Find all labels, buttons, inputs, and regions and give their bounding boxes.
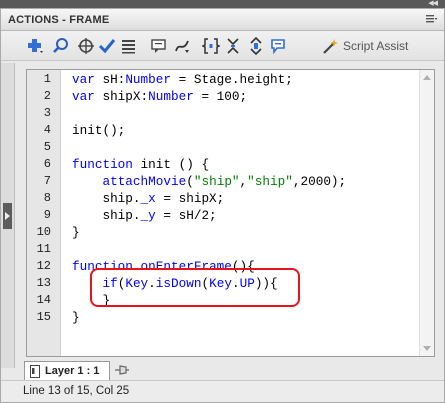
line-number: 13: [36, 276, 51, 290]
code-keyword: var: [72, 72, 95, 87]
line-number: 12: [36, 259, 51, 273]
line-number: 3: [43, 106, 51, 120]
code-text: = shipX;: [155, 191, 225, 206]
code-keyword: function: [72, 157, 133, 172]
actions-toolbar: Script Assist: [1, 31, 444, 61]
code-line[interactable]: ship._x = shipX;: [72, 190, 224, 207]
line-number: 10: [36, 225, 51, 239]
panel-menu-icon[interactable]: [424, 13, 438, 25]
code-text: (: [186, 174, 194, 189]
actions-panel: ACTIONS - FRAME Script Assist 1 2 3 4 5 …: [0, 8, 445, 403]
code-keyword: Number: [148, 89, 194, 104]
collapse-panel-icon[interactable]: ◀◀: [428, 0, 438, 7]
pin-script-icon[interactable]: [114, 364, 130, 376]
code-text: = sH/2;: [155, 208, 217, 223]
code-text: shipX:: [94, 89, 149, 104]
code-text: sH:: [94, 72, 126, 87]
layer-tab[interactable]: Layer 1 : 1: [24, 361, 110, 380]
code-line[interactable]: }: [72, 309, 80, 326]
code-line[interactable]: attachMovie("ship","ship",2000);: [72, 173, 346, 190]
line-number: 4: [43, 123, 51, 137]
code-string: "ship": [193, 174, 240, 189]
script-assist-button[interactable]: Script Assist: [321, 37, 408, 55]
line-number: 8: [43, 191, 51, 205]
code-text: = Stage.height;: [171, 72, 293, 87]
line-number-gutter: 1 2 3 4 5 6 7 8 9 10 11 12 13 14 15: [27, 70, 61, 356]
script-document-icon: [30, 364, 40, 378]
panel-title: ACTIONS - FRAME: [8, 14, 110, 26]
script-navigator-toggle[interactable]: [1, 63, 15, 368]
code-text: init();: [72, 123, 126, 138]
script-assist-label: Script Assist: [343, 39, 409, 53]
code-line[interactable]: function init () {: [72, 156, 209, 173]
code-line[interactable]: init();: [72, 122, 125, 139]
find-icon[interactable]: [52, 37, 70, 55]
code-text: = 100;: [193, 89, 248, 104]
code-text: ,2000);: [292, 174, 347, 189]
line-number: 14: [36, 293, 51, 307]
code-text: }: [72, 310, 80, 325]
code-string: "ship": [247, 174, 293, 189]
code-text: ship.: [72, 208, 141, 223]
status-bar: Line 13 of 15, Col 25: [1, 380, 444, 402]
highlight-annotation: [90, 268, 300, 307]
cursor-position: Line 13 of 15, Col 25: [23, 385, 130, 397]
line-number: 2: [43, 89, 51, 103]
line-number: 1: [43, 72, 51, 86]
auto-format-icon[interactable]: [120, 37, 138, 55]
code-text: ship.: [72, 191, 141, 206]
line-number: 15: [36, 310, 51, 324]
collapse-selection-icon[interactable]: [224, 37, 242, 55]
code-keyword: Number: [125, 72, 171, 87]
layer-tab-bar: Layer 1 : 1: [16, 359, 444, 381]
line-number: 5: [43, 140, 51, 154]
code-keyword: var: [72, 89, 95, 104]
line-number: 9: [43, 208, 51, 222]
code-line[interactable]: }: [72, 224, 80, 241]
check-syntax-icon[interactable]: [98, 37, 116, 55]
target-path-icon[interactable]: [77, 37, 95, 55]
panel-title-bar[interactable]: ACTIONS - FRAME: [1, 9, 444, 31]
collapse-braces-icon[interactable]: [202, 37, 220, 55]
code-hint-icon[interactable]: [150, 37, 168, 55]
code-text: init () {: [132, 157, 210, 172]
line-number: 11: [36, 242, 51, 256]
layer-tab-label: Layer 1 : 1: [45, 365, 100, 377]
code-line[interactable]: var shipX:Number = 100;: [72, 88, 247, 105]
scroll-up-icon[interactable]: [423, 75, 431, 80]
vertical-scrollbar[interactable]: [419, 70, 434, 356]
debug-options-icon[interactable]: [173, 37, 191, 55]
panel-top-strip: ◀◀: [0, 0, 445, 8]
apply-comment-icon[interactable]: [269, 37, 287, 55]
wand-icon: [323, 39, 338, 54]
code-keyword: _y: [140, 208, 156, 223]
code-line[interactable]: var sH:Number = Stage.height;: [72, 71, 293, 88]
code-keyword: _x: [140, 191, 156, 206]
line-number: 6: [43, 157, 51, 171]
expand-navigator-icon[interactable]: [3, 203, 12, 229]
code-text: }: [72, 225, 80, 240]
line-number: 7: [43, 174, 51, 188]
add-statement-icon[interactable]: [26, 37, 44, 55]
script-editor[interactable]: 1 2 3 4 5 6 7 8 9 10 11 12 13 14 15 var sH:Number = St…: [26, 69, 435, 357]
code-keyword: attachMovie: [102, 174, 187, 189]
scroll-down-icon[interactable]: [423, 346, 431, 351]
expand-all-icon[interactable]: [247, 37, 265, 55]
code-line[interactable]: ship._y = sH/2;: [72, 207, 217, 224]
